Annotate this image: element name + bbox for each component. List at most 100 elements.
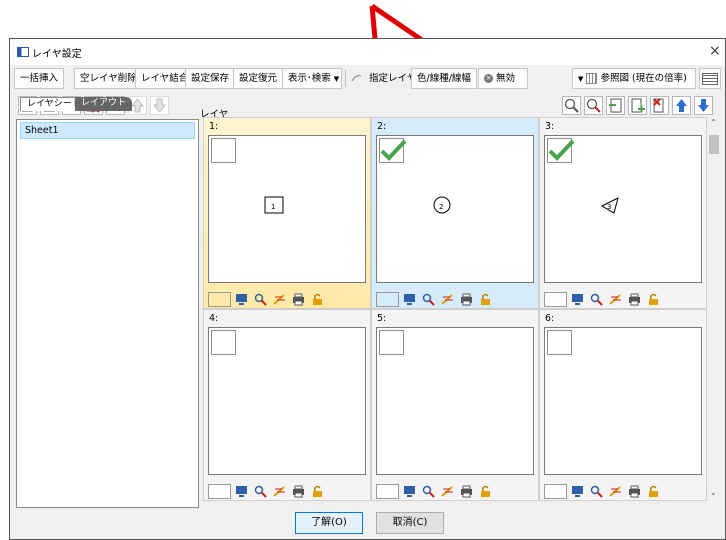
layer-visibility-checkbox[interactable] (547, 138, 575, 163)
layer-cell[interactable]: 3: 3 (539, 117, 707, 309)
scroll-up-icon: ⌃ (710, 118, 717, 127)
lock-icon[interactable] (311, 485, 324, 498)
toolbar-separator (345, 70, 346, 87)
window-icon (17, 47, 29, 57)
insert-after-icon (631, 98, 645, 113)
chevron-down-icon: ▼ (333, 75, 340, 83)
layer-color-swatch[interactable] (544, 484, 567, 499)
printer-icon[interactable] (292, 293, 305, 306)
lock-icon[interactable] (311, 293, 324, 306)
magnifier-minus-icon (564, 98, 579, 113)
layer-preview-canvas[interactable]: 1 (208, 135, 366, 283)
layer-shape-square: 1 (264, 196, 286, 219)
layer-shape-circle: 2 (432, 196, 454, 219)
blue-arrow-up-icon (676, 99, 687, 112)
layer-cell[interactable]: 5: (371, 309, 539, 501)
layer-preview-canvas[interactable] (208, 327, 366, 475)
search-person-icon[interactable] (422, 485, 435, 498)
lock-icon[interactable] (647, 485, 660, 498)
layer-settings-dialog: レイヤ設定 × 一括挿入 空レイヤ削除 レイヤ結合 設定保存 設定復元 表示･検… (9, 38, 726, 540)
lock-icon[interactable] (479, 293, 492, 306)
save-settings-button[interactable]: 設定保存 (185, 68, 236, 89)
delete-column-button[interactable] (650, 96, 669, 115)
tab-layout[interactable]: レイアウト (75, 97, 133, 111)
scrollbar-thumb[interactable] (709, 135, 719, 154)
monitor-icon[interactable] (235, 293, 248, 306)
move-up-button[interactable] (672, 96, 691, 115)
highlighter-icon[interactable] (273, 485, 286, 498)
layer-cell[interactable]: 6: (539, 309, 707, 501)
monitor-icon[interactable] (403, 293, 416, 306)
list-view-button[interactable] (699, 68, 721, 89)
search-person-icon[interactable] (590, 293, 603, 306)
layer-cell[interactable]: 4: (203, 309, 371, 501)
invalid-button[interactable]: × 無効 (478, 68, 528, 89)
layer-visibility-checkbox[interactable] (211, 138, 236, 163)
search-person-icon[interactable] (590, 485, 603, 498)
delete-column-icon (653, 98, 664, 113)
insert-before-button[interactable] (606, 96, 625, 115)
layer-preview-canvas[interactable] (376, 327, 534, 475)
highlighter-icon[interactable] (273, 293, 286, 306)
layer-visibility-checkbox[interactable] (547, 330, 572, 355)
monitor-icon[interactable] (571, 293, 584, 306)
monitor-icon[interactable] (403, 485, 416, 498)
highlighter-icon[interactable] (609, 293, 622, 306)
undo-arrow-icon (351, 74, 362, 82)
green-check-icon (547, 138, 575, 163)
layer-number-label: 6: (545, 313, 555, 324)
layer-cell[interactable]: 1: 1 (203, 117, 371, 309)
layer-color-swatch[interactable] (544, 292, 567, 307)
delete-empty-layer-button[interactable]: 空レイヤ削除 (74, 68, 143, 89)
layer-preview-canvas[interactable] (544, 327, 702, 475)
search-person-icon[interactable] (422, 293, 435, 306)
layer-number-label: 5: (377, 313, 387, 324)
lock-icon[interactable] (479, 485, 492, 498)
zoom-out-button[interactable] (562, 96, 581, 115)
lock-icon[interactable] (647, 293, 660, 306)
layer-color-swatch[interactable] (208, 292, 231, 307)
layer-preview-canvas[interactable]: 2 (376, 135, 534, 283)
vertical-scrollbar[interactable]: ⌃ ⌄ (707, 117, 721, 501)
insert-after-button[interactable] (628, 96, 647, 115)
batch-insert-button[interactable]: 一括挿入 (14, 68, 65, 89)
svg-text:2: 2 (439, 203, 443, 211)
grid-icon (586, 73, 598, 84)
move-down-button[interactable] (694, 96, 713, 115)
printer-icon[interactable] (628, 293, 641, 306)
layer-number-label: 4: (209, 313, 219, 324)
svg-text:1: 1 (271, 203, 275, 211)
close-button[interactable]: × (709, 43, 721, 59)
highlighter-icon[interactable] (609, 485, 622, 498)
ok-button[interactable]: 了解(O) (295, 512, 363, 534)
printer-icon[interactable] (460, 485, 473, 498)
layer-color-swatch[interactable] (376, 292, 399, 307)
monitor-icon[interactable] (571, 485, 584, 498)
search-person-icon[interactable] (254, 293, 267, 306)
magnifier-plus-icon (586, 98, 601, 113)
move-down-disabled-button[interactable] (150, 96, 169, 115)
sheet-list-item[interactable]: Sheet1 (20, 122, 195, 139)
layer-number-label: 2: (377, 121, 387, 132)
invalid-label: 無効 (496, 73, 516, 84)
restore-settings-button[interactable]: 設定復元 (233, 68, 284, 89)
zoom-in-button[interactable] (584, 96, 603, 115)
monitor-icon[interactable] (235, 485, 248, 498)
layer-visibility-checkbox[interactable] (379, 138, 407, 163)
printer-icon[interactable] (292, 485, 305, 498)
highlighter-icon[interactable] (441, 485, 454, 498)
printer-icon[interactable] (460, 293, 473, 306)
layer-color-swatch[interactable] (208, 484, 231, 499)
cancel-button[interactable]: 取消(C) (376, 512, 444, 534)
search-person-icon[interactable] (254, 485, 267, 498)
layer-cell[interactable]: 2: 2 (371, 117, 539, 309)
highlighter-icon[interactable] (441, 293, 454, 306)
display-search-dropdown[interactable]: 表示･検索 ▼ (282, 68, 342, 89)
reference-view-dropdown[interactable]: ▼ 参照図 (現在の倍率) (572, 68, 696, 89)
color-line-width-button[interactable]: 色/線種/線幅 (411, 68, 477, 89)
layer-preview-canvas[interactable]: 3 (544, 135, 702, 283)
printer-icon[interactable] (628, 485, 641, 498)
layer-color-swatch[interactable] (376, 484, 399, 499)
layer-visibility-checkbox[interactable] (211, 330, 236, 355)
layer-visibility-checkbox[interactable] (379, 330, 404, 355)
